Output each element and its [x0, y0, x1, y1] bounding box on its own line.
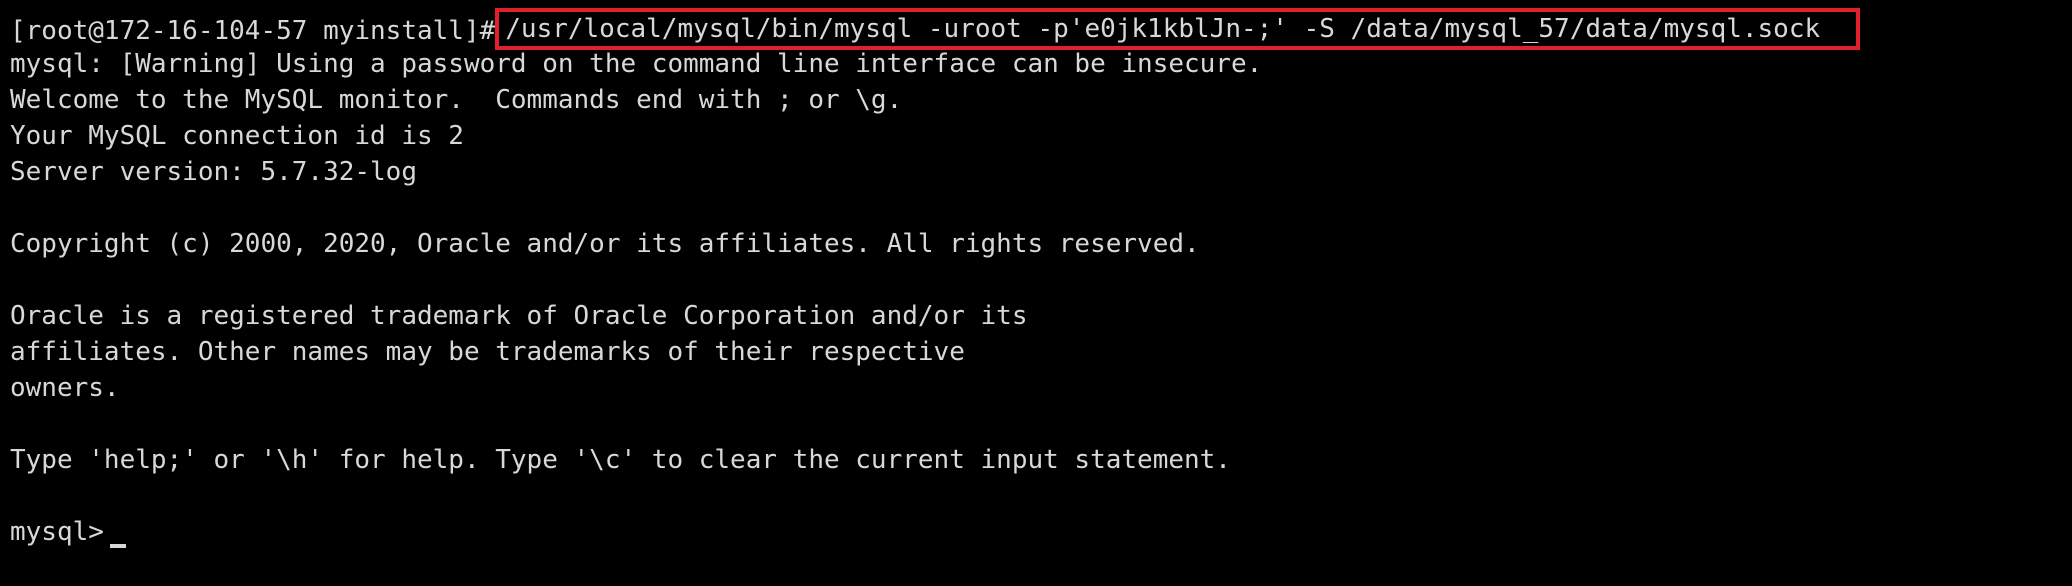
shell-prompt: [root@172-16-104-57 myinstall]# [10, 16, 496, 46]
text-cursor [109, 544, 126, 548]
output-line: affiliates. Other names may be trademark… [10, 337, 965, 367]
output-line: mysql: [Warning] Using a password on the… [10, 49, 1263, 79]
output-line: Copyright (c) 2000, 2020, Oracle and/or … [10, 229, 1200, 259]
output-line: Welcome to the MySQL monitor. Commands e… [10, 85, 903, 115]
mysql-input-line[interactable]: mysql> [10, 514, 2072, 550]
highlighted-command: /usr/local/mysql/bin/mysql -uroot -p'e0j… [495, 8, 1861, 50]
command-line: [root@172-16-104-57 myinstall]# /usr/loca… [10, 8, 2072, 50]
command-text: /usr/local/mysql/bin/mysql -uroot -p'e0j… [505, 14, 1821, 44]
output-line: Oracle is a registered trademark of Orac… [10, 301, 1028, 331]
output-line: Type 'help;' or '\h' for help. Type '\c'… [10, 445, 1231, 475]
mysql-prompt: mysql> [10, 517, 104, 547]
terminal-window[interactable]: [root@172-16-104-57 myinstall]# /usr/loca… [0, 0, 2072, 586]
output-line: owners. [10, 373, 120, 403]
output-line: Your MySQL connection id is 2 [10, 121, 464, 151]
output-line: Server version: 5.7.32-log [10, 157, 417, 187]
